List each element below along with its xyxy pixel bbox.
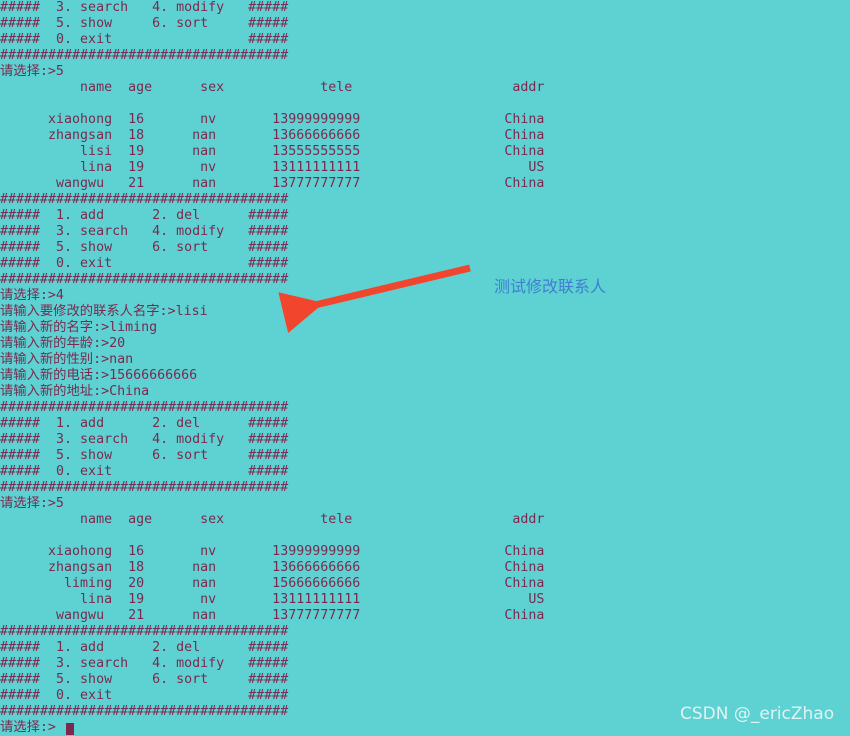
console-output: ##### 3. search 4. modify ##### ##### 5.… <box>0 0 545 735</box>
terminal-window: ##### 3. search 4. modify ##### ##### 5.… <box>0 0 850 735</box>
watermark-label: CSDN @_ericZhao <box>680 704 835 724</box>
annotation-label: 测试修改联系人 <box>494 277 607 296</box>
text-cursor <box>66 723 74 735</box>
